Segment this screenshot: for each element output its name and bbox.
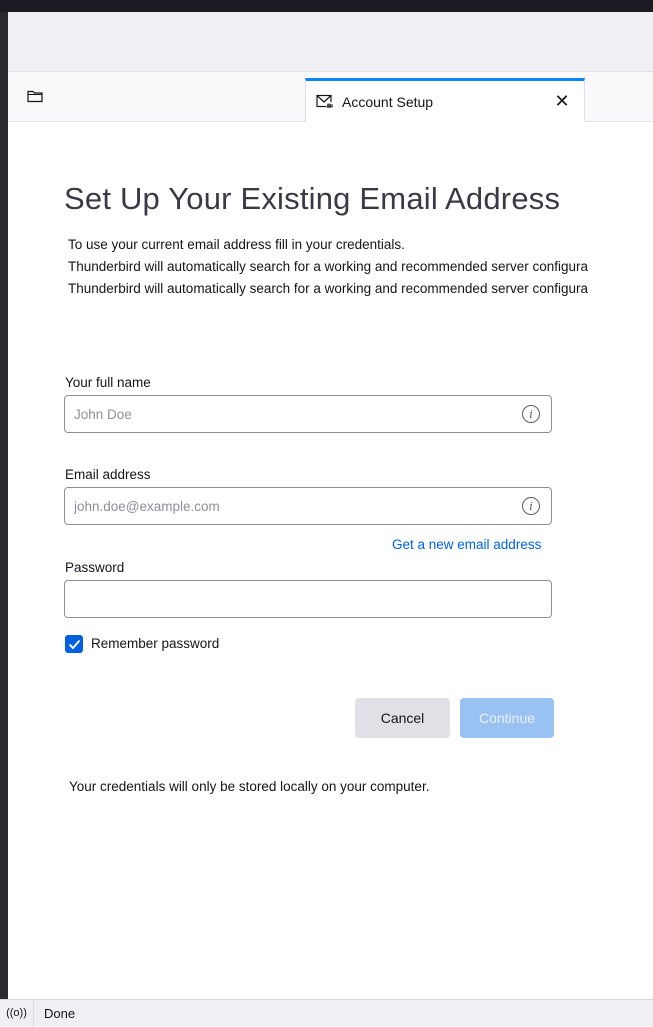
password-label: Password [65, 560, 125, 575]
full-name-label: Your full name [65, 375, 151, 390]
intro-line: To use your current email address fill i… [68, 237, 405, 252]
status-bar: ((o)) Done [0, 999, 653, 1027]
activity-icon[interactable]: ((o)) [0, 999, 34, 1027]
account-setup-page: Set Up Your Existing Email Address To us… [8, 123, 653, 999]
page-title: Set Up Your Existing Email Address [64, 181, 561, 216]
title-bar [8, 12, 653, 72]
password-input[interactable] [64, 580, 552, 618]
get-new-email-link[interactable]: Get a new email address [392, 537, 541, 552]
folder-icon[interactable] [26, 88, 44, 104]
tab-title: Account Setup [342, 93, 434, 110]
tab-bar: Account Setup ✕ [8, 72, 653, 122]
window-top-edge [0, 0, 653, 12]
remember-password-checkbox[interactable] [65, 635, 83, 653]
status-text: Done [44, 1005, 76, 1021]
tab-account-setup[interactable]: Account Setup ✕ [305, 78, 585, 122]
checkmark-icon [68, 639, 80, 649]
close-tab-button[interactable]: ✕ [548, 88, 576, 116]
info-icon[interactable]: i [522, 405, 540, 423]
email-input[interactable] [64, 487, 552, 525]
email-setup-icon [316, 94, 334, 110]
email-label: Email address [65, 467, 151, 482]
remember-password-label[interactable]: Remember password [91, 636, 219, 651]
info-icon[interactable]: i [522, 497, 540, 515]
window-left-edge [0, 12, 8, 1026]
full-name-input[interactable] [64, 395, 552, 433]
intro-line: Thunderbird will automatically search fo… [68, 281, 588, 296]
intro-text: To use your current email address fill i… [68, 234, 653, 300]
continue-button[interactable]: Continue [460, 698, 554, 738]
intro-line: Thunderbird will automatically search fo… [68, 259, 588, 274]
close-icon: ✕ [554, 91, 570, 111]
cancel-button[interactable]: Cancel [355, 698, 450, 738]
local-storage-note: Your credentials will only be stored loc… [69, 779, 430, 794]
